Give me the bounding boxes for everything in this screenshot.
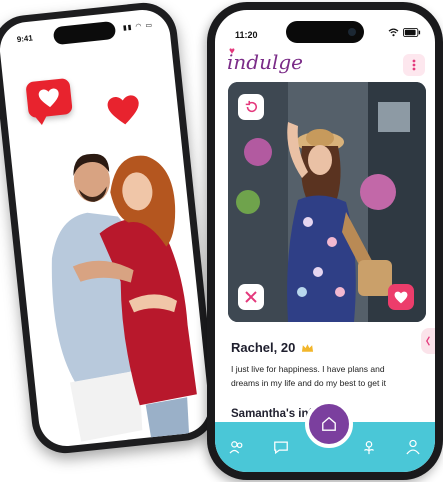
chevron-left-right-icon [425, 336, 430, 346]
profile-name-row: Rachel, 20 [231, 340, 314, 355]
back-phone: 9:41 ▮▮ ◠ ▭ [0, 0, 220, 457]
back-status-time: 9:41 [16, 33, 34, 45]
profile-name: Rachel, 20 [231, 340, 296, 355]
nav-chat[interactable] [269, 435, 293, 459]
flower-icon [363, 441, 375, 455]
front-phone: 11:20 ♥ indulge Rachel, 20 I just live f… [207, 2, 443, 480]
heart-icon [38, 88, 59, 108]
close-icon [245, 291, 257, 303]
floating-heart-icon [107, 95, 139, 125]
profile-icon [406, 439, 420, 455]
kebab-menu-icon [412, 59, 416, 71]
undo-button[interactable] [238, 94, 264, 120]
battery-icon [403, 28, 421, 37]
camera-icon [348, 28, 356, 36]
back-status-icons: ▮▮ ◠ ▭ [122, 21, 154, 32]
dynamic-island [286, 21, 364, 43]
front-phone-screen: 11:20 ♥ indulge Rachel, 20 I just live f… [215, 10, 435, 472]
reject-button[interactable] [238, 284, 264, 310]
expand-handle[interactable] [421, 328, 435, 354]
back-phone-notch [52, 20, 116, 46]
status-icons [388, 28, 421, 37]
heart-icon [394, 291, 408, 303]
crown-icon [302, 343, 314, 352]
undo-icon [245, 100, 258, 113]
back-phone-screen: 9:41 ▮▮ ◠ ▭ [0, 7, 212, 449]
profile-bio: I just live for happiness. I have plans … [231, 364, 386, 388]
like-button[interactable] [388, 284, 414, 310]
people-icon [229, 441, 243, 454]
profile-photo-card[interactable] [228, 82, 426, 322]
status-time: 11:20 [235, 30, 258, 40]
home-icon [322, 416, 336, 431]
like-notification-badge [25, 77, 73, 119]
more-options-button[interactable] [403, 54, 425, 76]
chat-icon [274, 441, 288, 454]
nav-people[interactable] [225, 435, 249, 459]
wifi-icon [388, 28, 399, 37]
app-logo: indulge [227, 50, 303, 74]
couple-photo [51, 153, 197, 442]
nav-profile[interactable] [401, 435, 425, 459]
nav-discover[interactable] [357, 435, 381, 459]
home-button[interactable] [305, 400, 353, 448]
